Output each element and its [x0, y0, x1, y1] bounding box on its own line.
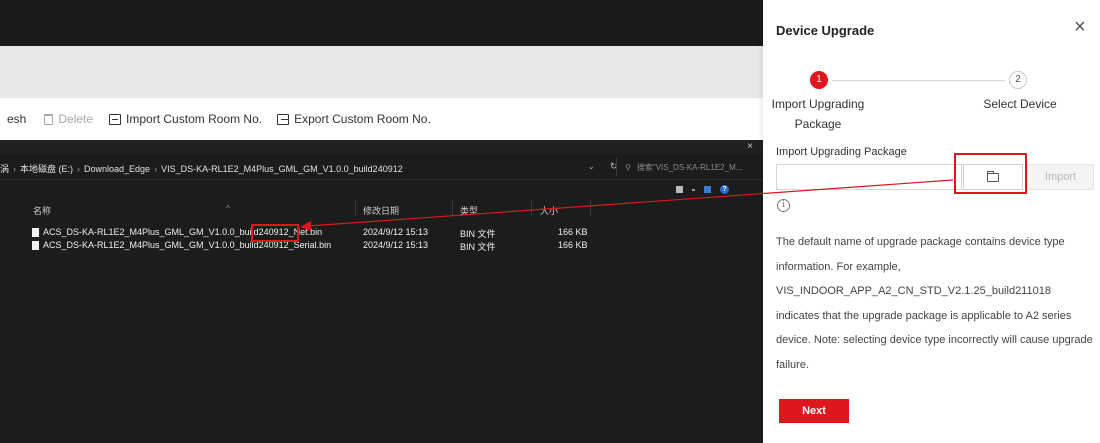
- column-header-row: ^ 名称 修改日期 类型 大小: [0, 198, 763, 218]
- chevron-down-icon[interactable]: ⌄: [588, 162, 595, 171]
- file-explorer-window: × 涡 › 本地磁盘 (E:) › Download_Edge › VIS_DS-KA-RL…: [0, 140, 763, 443]
- tiles-view-icon[interactable]: [704, 186, 711, 193]
- import-icon: [109, 113, 122, 125]
- explorer-search-box[interactable]: ⚲ 搜索"VIS_DS-KA-RL1E2_M...: [616, 158, 763, 176]
- app-subbar: [0, 46, 763, 98]
- chevron-right-icon: ›: [13, 164, 17, 174]
- step-connector: [832, 80, 1005, 81]
- delete-button[interactable]: Delete: [44, 112, 93, 126]
- column-divider: [355, 200, 356, 216]
- refresh-button[interactable]: esh: [7, 112, 26, 126]
- upgrade-description: The default name of upgrade package cont…: [776, 236, 1093, 371]
- panel-title: Device Upgrade: [776, 23, 875, 38]
- net-bin-highlight-box: [251, 224, 299, 242]
- chevron-right-icon: ›: [77, 164, 81, 174]
- background-app: esh Delete Import Custom Room No. Export…: [0, 0, 763, 443]
- delete-label: Delete: [58, 112, 94, 126]
- column-size[interactable]: 大小: [540, 204, 558, 217]
- search-icon: ⚲: [625, 162, 631, 172]
- trash-icon: [44, 113, 54, 125]
- file-modified: 2024/9/12 15:13: [363, 240, 429, 250]
- file-row[interactable]: ACS_DS-KA-RL1E2_M4Plus_GML_GM_V1.0.0_bui…: [0, 240, 763, 252]
- column-divider: [590, 200, 591, 216]
- view-buttons: ?: [676, 185, 729, 194]
- details-view-icon[interactable]: [676, 186, 683, 193]
- column-type[interactable]: 类型: [460, 204, 478, 217]
- breadcrumb-item[interactable]: 涡: [0, 164, 9, 174]
- package-file-input[interactable]: [776, 164, 962, 190]
- file-modified: 2024/9/12 15:13: [363, 227, 429, 237]
- step-2-indicator: 2: [1009, 71, 1027, 89]
- file-icon: [32, 240, 39, 250]
- sort-caret-icon: ^: [226, 204, 230, 213]
- export-custom-room-button[interactable]: Export Custom Room No.: [277, 112, 431, 126]
- import-button[interactable]: Import: [1027, 164, 1094, 190]
- explorer-address-bar[interactable]: 涡 › 本地磁盘 (E:) › Download_Edge › VIS_DS-KA-RL1E…: [0, 154, 763, 180]
- explorer-title-bar: ×: [0, 140, 763, 154]
- column-name[interactable]: 名称: [33, 204, 51, 217]
- browse-highlight-box: [954, 153, 1027, 194]
- breadcrumb-item[interactable]: Download_Edge: [84, 164, 150, 174]
- breadcrumb-item[interactable]: 本地磁盘 (E:): [20, 164, 73, 174]
- column-modified[interactable]: 修改日期: [363, 204, 399, 217]
- column-divider: [452, 200, 453, 216]
- app-header: [0, 0, 763, 46]
- next-button[interactable]: Next: [779, 399, 849, 423]
- step-1-label: Import Upgrading Package: [771, 97, 865, 131]
- breadcrumb-item[interactable]: VIS_DS-KA-RL1E2_M4Plus_GML_GM_V1.0.0_bui…: [161, 164, 403, 174]
- import-custom-room-button[interactable]: Import Custom Room No.: [109, 112, 262, 126]
- export-custom-room-label: Export Custom Room No.: [294, 112, 431, 126]
- step-1-indicator: 1: [810, 71, 828, 89]
- file-size: 166 KB: [558, 227, 588, 237]
- help-icon[interactable]: ?: [720, 185, 729, 194]
- file-row[interactable]: ACS_DS-KA-RL1E2_M4Plus_GML_GM_V1.0.0_bui…: [0, 227, 763, 239]
- file-type: BIN 文件: [460, 229, 496, 239]
- import-custom-room-label: Import Custom Room No.: [126, 112, 263, 126]
- explorer-close-icon[interactable]: ×: [747, 141, 753, 152]
- chevron-right-icon: ›: [154, 164, 158, 174]
- refresh-label: esh: [7, 112, 27, 126]
- file-name-suffix: Serial.bin: [293, 240, 332, 250]
- breadcrumb[interactable]: 涡 › 本地磁盘 (E:) › Download_Edge › VIS_DS-KA-RL1E…: [0, 162, 403, 175]
- export-icon: [277, 113, 290, 125]
- search-placeholder: 搜索"VIS_DS-KA-RL1E2_M...: [636, 162, 743, 172]
- file-size: 166 KB: [558, 240, 588, 250]
- file-icon: [32, 227, 39, 237]
- view-separator-icon: [692, 188, 695, 191]
- step-2-label: Select Device: [983, 97, 1057, 111]
- close-icon[interactable]: ×: [1074, 17, 1086, 37]
- import-package-label: Import Upgrading Package: [776, 146, 907, 158]
- device-upgrade-panel: Device Upgrade × 1 2 Import Upgrading Pa…: [763, 0, 1100, 443]
- info-icon: i: [777, 199, 790, 212]
- file-type: BIN 文件: [460, 242, 496, 252]
- app-toolbar: esh Delete Import Custom Room No. Export…: [0, 98, 763, 140]
- column-divider: [531, 200, 532, 216]
